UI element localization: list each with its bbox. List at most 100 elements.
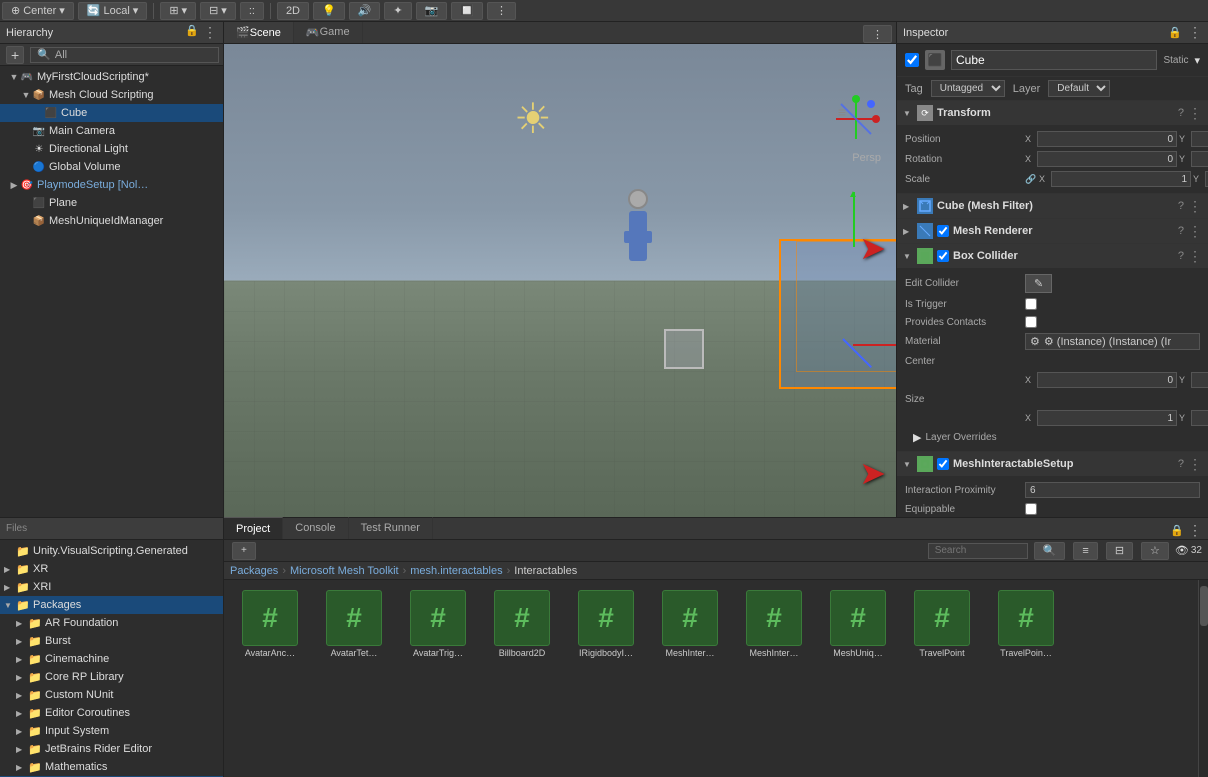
- is-trigger-checkbox[interactable]: [1025, 298, 1037, 310]
- audio-button[interactable]: 🔊: [349, 2, 381, 20]
- mesh-interactable-header[interactable]: ▼ MeshInteractableSetup ? ⋮: [897, 452, 1208, 476]
- camera-button[interactable]: 📷: [416, 2, 448, 20]
- layer-select[interactable]: Default: [1048, 80, 1110, 97]
- file-item-avatartet[interactable]: # AvatarTet…: [314, 586, 394, 662]
- tree-item-packages[interactable]: ▼ 📁 Packages: [0, 596, 223, 614]
- file-item-meshuniq[interactable]: # MeshUniq…: [818, 586, 898, 662]
- light-button[interactable]: 💡: [313, 2, 345, 20]
- rotation-x[interactable]: [1037, 151, 1177, 167]
- box-collider-header[interactable]: ▼ Box Collider ? ⋮: [897, 244, 1208, 268]
- local-button[interactable]: 🔄 Local ▾: [78, 2, 148, 20]
- interaction-proximity-input[interactable]: [1025, 482, 1200, 498]
- breadcrumb-interactables[interactable]: Interactables: [514, 565, 577, 577]
- mesh-filter-header[interactable]: ▶ Cube (Mesh Filter) ? ⋮: [897, 194, 1208, 218]
- hier-item-globalvolume[interactable]: 🔵 Global Volume: [0, 158, 223, 176]
- tab-console[interactable]: Console: [283, 517, 348, 539]
- file-item-irigidbody[interactable]: # IRigidbodyI…: [566, 586, 646, 662]
- object-active-checkbox[interactable]: [905, 53, 919, 67]
- help-icon[interactable]: ?: [1178, 225, 1184, 237]
- tree-item-custom-nunit[interactable]: ▶ 📁 Custom NUnit: [0, 686, 223, 704]
- position-y[interactable]: [1191, 131, 1208, 147]
- bottom-lock-icon[interactable]: 🔒: [1170, 524, 1184, 537]
- tab-scene[interactable]: 🎬 Scene: [224, 22, 294, 43]
- scene-menu-button[interactable]: ⋮: [863, 25, 892, 43]
- lock-icon[interactable]: 🔒: [1168, 26, 1182, 39]
- fx-button[interactable]: ✦: [384, 2, 411, 20]
- settings-dots[interactable]: ⋮: [1188, 105, 1202, 122]
- center-y[interactable]: [1191, 372, 1208, 388]
- tab-game[interactable]: 🎮 Game: [294, 22, 363, 43]
- breadcrumb-mesh-interactables[interactable]: mesh.interactables: [410, 565, 502, 577]
- file-item-avataranc[interactable]: # AvatarAnc…: [230, 586, 310, 662]
- file-grid-scrollbar[interactable]: [1198, 580, 1208, 777]
- grid-button[interactable]: ⊞▾: [160, 2, 196, 20]
- size-x[interactable]: [1037, 410, 1177, 426]
- tree-item-unity-visual[interactable]: 📁 Unity.VisualScripting.Generated: [0, 542, 223, 560]
- size-y[interactable]: [1191, 410, 1208, 426]
- toggle-button[interactable]: ⊟: [1106, 542, 1133, 560]
- tree-item-editor-coroutines[interactable]: ▶ 📁 Editor Coroutines: [0, 704, 223, 722]
- help-icon[interactable]: ?: [1178, 107, 1184, 119]
- hier-item-myfirstcloud[interactable]: ▼ 🎮 MyFirstCloudScripting*: [0, 68, 223, 86]
- tree-item-core-rp[interactable]: ▶ 📁 Core RP Library: [0, 668, 223, 686]
- position-x[interactable]: [1037, 131, 1177, 147]
- file-item-meshinter1[interactable]: # MeshInter…: [650, 586, 730, 662]
- file-item-travelpoin2[interactable]: # TravelPoin…: [986, 586, 1066, 662]
- tab-project[interactable]: Project: [224, 517, 283, 539]
- tag-select[interactable]: Untagged: [931, 80, 1005, 97]
- settings-dots[interactable]: ⋮: [1188, 248, 1202, 265]
- static-dropdown-icon[interactable]: ▾: [1194, 54, 1200, 67]
- tree-item-mathematics[interactable]: ▶ 📁 Mathematics: [0, 758, 223, 776]
- lock-icon[interactable]: 🔒: [185, 24, 199, 41]
- hier-item-plane[interactable]: ⬛ Plane: [0, 194, 223, 212]
- scene-menu-dots[interactable]: ≡: [838, 104, 846, 120]
- snap-button[interactable]: ⊟▾: [200, 2, 236, 20]
- edit-collider-button[interactable]: ✎: [1025, 274, 1052, 293]
- tree-item-jetbrains[interactable]: ▶ 📁 JetBrains Rider Editor: [0, 740, 223, 758]
- breadcrumb-packages[interactable]: Packages: [230, 565, 278, 577]
- more-button[interactable]: ⋮: [487, 2, 516, 20]
- center-x[interactable]: [1037, 372, 1177, 388]
- provides-contacts-checkbox[interactable]: [1025, 316, 1037, 328]
- breadcrumb-mesh-toolkit[interactable]: Microsoft Mesh Toolkit: [290, 565, 399, 577]
- search-icon-button[interactable]: 🔍: [1034, 542, 1066, 560]
- settings-dots[interactable]: ⋮: [1188, 198, 1202, 215]
- add-hierarchy-button[interactable]: +: [6, 46, 24, 64]
- rotation-y[interactable]: [1191, 151, 1208, 167]
- scene-viewport[interactable]: ☀ ▲: [224, 44, 896, 517]
- star-button[interactable]: ☆: [1141, 542, 1169, 560]
- tree-item-xr[interactable]: ▶ 📁 XR: [0, 560, 223, 578]
- help-icon[interactable]: ?: [1178, 200, 1184, 212]
- layer-overrides-row[interactable]: ▶ Layer Overrides: [905, 428, 1200, 447]
- mesh-interactable-checkbox[interactable]: [937, 458, 949, 470]
- help-icon[interactable]: ?: [1178, 250, 1184, 262]
- file-item-travelpoint[interactable]: # TravelPoint: [902, 586, 982, 662]
- material-ref[interactable]: ⚙ ⚙ (Instance) (Instance) (Ir: [1025, 333, 1200, 350]
- hier-item-cube[interactable]: ⬛ Cube: [0, 104, 223, 122]
- equippable-checkbox[interactable]: [1025, 503, 1037, 515]
- hierarchy-search[interactable]: 🔍 All: [30, 47, 219, 63]
- hier-item-maincamera[interactable]: 📷 Main Camera: [0, 122, 223, 140]
- file-item-avatartrig[interactable]: # AvatarTrig…: [398, 586, 478, 662]
- add-asset-button[interactable]: +: [232, 542, 256, 560]
- colon-button[interactable]: ::: [240, 2, 264, 20]
- box-collider-checkbox[interactable]: [937, 250, 949, 262]
- help-icon[interactable]: ?: [1178, 458, 1184, 470]
- hier-item-meshunique[interactable]: 📦 MeshUniqueIdManager: [0, 212, 223, 230]
- file-item-billboard2d[interactable]: # Billboard2D: [482, 586, 562, 662]
- more-icon[interactable]: ⋮: [203, 24, 217, 41]
- hier-item-playmodesetup[interactable]: ▶ 🎯 PlaymodeSetup [Nol…: [0, 176, 223, 194]
- gizmo-button[interactable]: 🔲: [451, 2, 483, 20]
- settings-dots[interactable]: ⋮: [1188, 456, 1202, 473]
- more-icon[interactable]: ⋮: [1188, 24, 1202, 41]
- center-button[interactable]: ⊕ Center ▾: [2, 2, 74, 20]
- bottom-more-icon[interactable]: ⋮: [1188, 522, 1202, 539]
- filter-button[interactable]: ≡: [1073, 542, 1097, 560]
- tree-item-xri[interactable]: ▶ 📁 XRI: [0, 578, 223, 596]
- project-search-input[interactable]: [928, 543, 1028, 559]
- hier-item-meshcloud[interactable]: ▼ 📦 Mesh Cloud Scripting: [0, 86, 223, 104]
- mesh-renderer-checkbox[interactable]: [937, 225, 949, 237]
- settings-dots[interactable]: ⋮: [1188, 223, 1202, 240]
- hier-item-dirlight[interactable]: ☀ Directional Light: [0, 140, 223, 158]
- tree-item-input-system[interactable]: ▶ 📁 Input System: [0, 722, 223, 740]
